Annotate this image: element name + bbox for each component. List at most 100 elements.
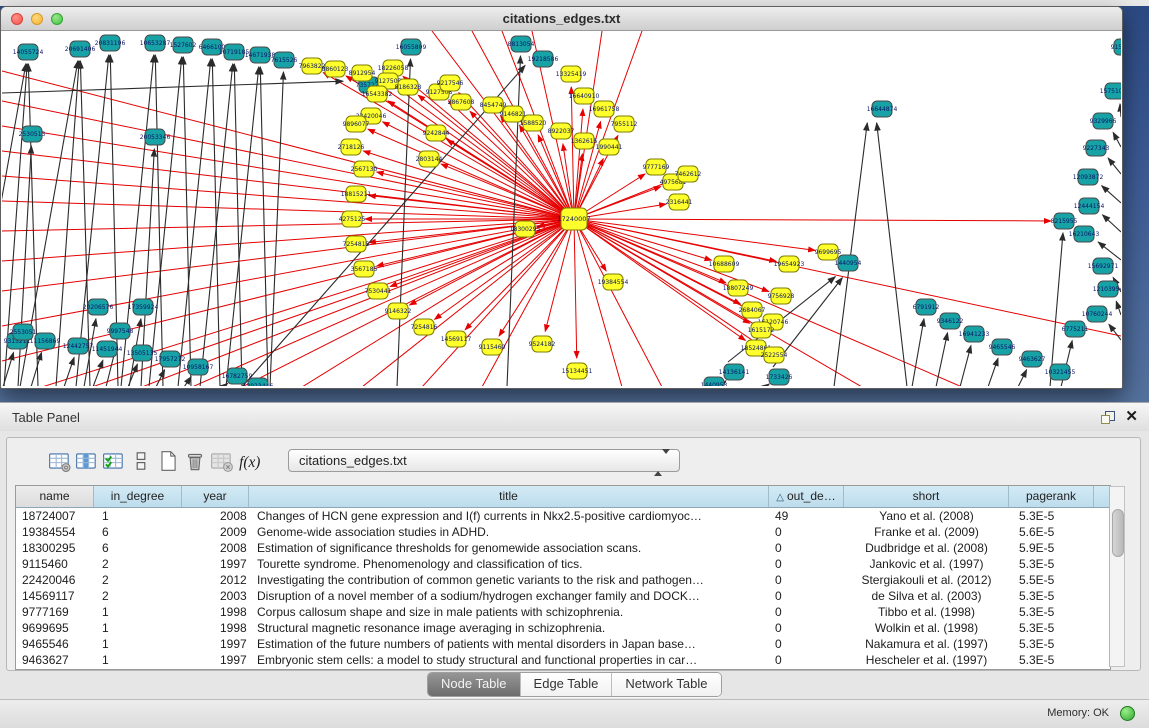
create-column-icon[interactable] [156,449,180,473]
network-window-titlebar[interactable]: citations_edges.txt [1,7,1122,31]
table-selector-value: citations_edges.txt [299,450,407,471]
table-cell: 5.3E-5 [1009,588,1094,604]
table-vertical-scrollbar[interactable] [1109,486,1125,667]
table-cell: 1 [94,604,182,620]
table-row[interactable]: 1872400712008Changes of HCN gene express… [16,508,1110,524]
column-header-short[interactable]: short [844,486,1009,507]
table-cell: Embryonic stem cells: a model to study s… [249,652,769,668]
show-columns-icon[interactable] [75,449,99,473]
column-header-out_de[interactable]: △out_de… [769,486,844,507]
network-edge [1098,242,1121,260]
table-row[interactable]: 1938455462009Genome-wide association stu… [16,524,1110,540]
network-node-label: 7254816 [411,324,438,331]
zoom-window-icon[interactable] [51,13,63,25]
network-edge [571,87,574,219]
network-node-label: 17240007 [557,215,590,223]
network-node-label: 16782759 [222,373,253,380]
table-cell: 2008 [182,540,249,556]
network-edge [1050,233,1063,386]
network-view-canvas[interactable]: 1724000714055724206914062083119610653287… [2,31,1121,386]
network-node-label: 10321455 [1045,369,1076,376]
minimize-window-icon[interactable] [31,13,43,25]
delete-column-icon[interactable] [183,449,207,473]
network-edge [1102,186,1121,203]
delete-table-icon[interactable] [210,449,234,473]
network-node-label: 9151450 [1111,44,1121,51]
table-row[interactable]: 2242004622012Investigating the contribut… [16,572,1110,588]
table-cell: 9699695 [16,620,94,636]
table-row[interactable]: 946362711997Embryonic stem cells: a mode… [16,652,1110,668]
network-node-label: 20053346 [140,134,171,141]
tab-network-table[interactable]: Network Table [612,673,720,696]
table-row[interactable]: 977716911998Corpus callosum shape and si… [16,604,1110,620]
svg-text:f(x): f(x) [239,454,260,471]
network-node-label: 1440953 [701,382,728,386]
table-cell: Corpus callosum shape and size in male p… [249,604,769,620]
network-edge [960,346,971,386]
table-selector-dropdown[interactable]: citations_edges.txt [288,449,680,472]
network-edge [545,219,574,331]
column-header-pagerank[interactable]: pagerank [1009,486,1094,507]
table-cell: Investigating the contribution of common… [249,572,769,588]
network-node-label: 1588520 [520,120,547,127]
network-edge [988,358,998,386]
table-row[interactable]: 911546021997Tourette syndrome. Phenomeno… [16,556,1110,572]
network-node-label: 2684067 [739,307,766,314]
table-cell: 2 [94,588,182,604]
network-node-label: 17359924 [128,304,159,311]
network-edge [574,219,1051,221]
network-edge [270,72,283,386]
column-header-year[interactable]: year [182,486,249,507]
table-cell: 2 [94,572,182,588]
table-row[interactable]: 946554611997Estimation of the future num… [16,636,1110,652]
network-node-label: 9115460 [479,344,506,351]
tab-edge-table[interactable]: Edge Table [521,673,613,696]
table-row[interactable]: 1456911722003Disruption of a novel membe… [16,588,1110,604]
network-node-label: 12442757 [63,343,94,350]
table-cell: de Silva et al. (2003) [844,588,1009,604]
table-cell: 14569117 [16,588,94,604]
table-row[interactable]: 1830029562008Estimation of significance … [16,540,1110,556]
table-mode-icon[interactable] [48,449,72,473]
column-header-name[interactable]: name [16,486,94,507]
network-node-label: 20831196 [95,40,126,47]
scrollbar-thumb[interactable] [1112,509,1124,557]
network-node-label: 13325419 [556,71,587,78]
network-node-label: 9465546 [989,344,1016,351]
network-node-label: 7615526 [271,57,298,64]
network-edge [2,71,574,219]
network-edge [447,140,574,219]
column-header-in_degree[interactable]: in_degree [94,486,182,507]
column-header-title[interactable]: title [249,486,769,507]
table-cell: 1998 [182,620,249,636]
network-node-label: 7955112 [611,121,638,128]
tab-node-table[interactable]: Node Table [428,673,521,696]
network-node-label: 2553051 [10,329,37,336]
table-row[interactable]: 969969511998Structural magnetic resonanc… [16,620,1110,636]
network-node-label: 7462612 [675,171,702,178]
select-all-rows-icon[interactable] [102,449,126,473]
table-panel-title: Table Panel [12,403,80,432]
close-window-icon[interactable] [11,13,23,25]
float-panel-icon[interactable] [1101,411,1115,424]
network-edge [2,81,343,93]
network-edge [260,67,268,386]
table-cell: 2012 [182,572,249,588]
table-cell: 18724007 [16,508,94,524]
network-window-title: citations_edges.txt [1,7,1122,30]
close-panel-icon[interactable]: ✕ [1125,408,1138,426]
network-node-label: 8186328 [395,84,422,91]
row-height-icon[interactable] [129,449,153,473]
table-cell: 5.3E-5 [1009,620,1094,636]
network-node-label: 9146821 [500,111,527,118]
network-node-label: 16543382 [362,91,393,98]
memory-ok-icon [1120,706,1135,721]
network-node-label: 12093872 [1073,174,1104,181]
network-node-label: 9699695 [815,249,842,256]
table-cell: Disruption of a novel member of a sodium… [249,588,769,604]
function-builder-icon[interactable]: f(x) [237,449,261,473]
table-cell: 0 [769,604,844,620]
network-node-label: 18807249 [723,285,754,292]
memory-status-label: Memory: OK [1047,707,1109,719]
table-cell: 0 [769,588,844,604]
